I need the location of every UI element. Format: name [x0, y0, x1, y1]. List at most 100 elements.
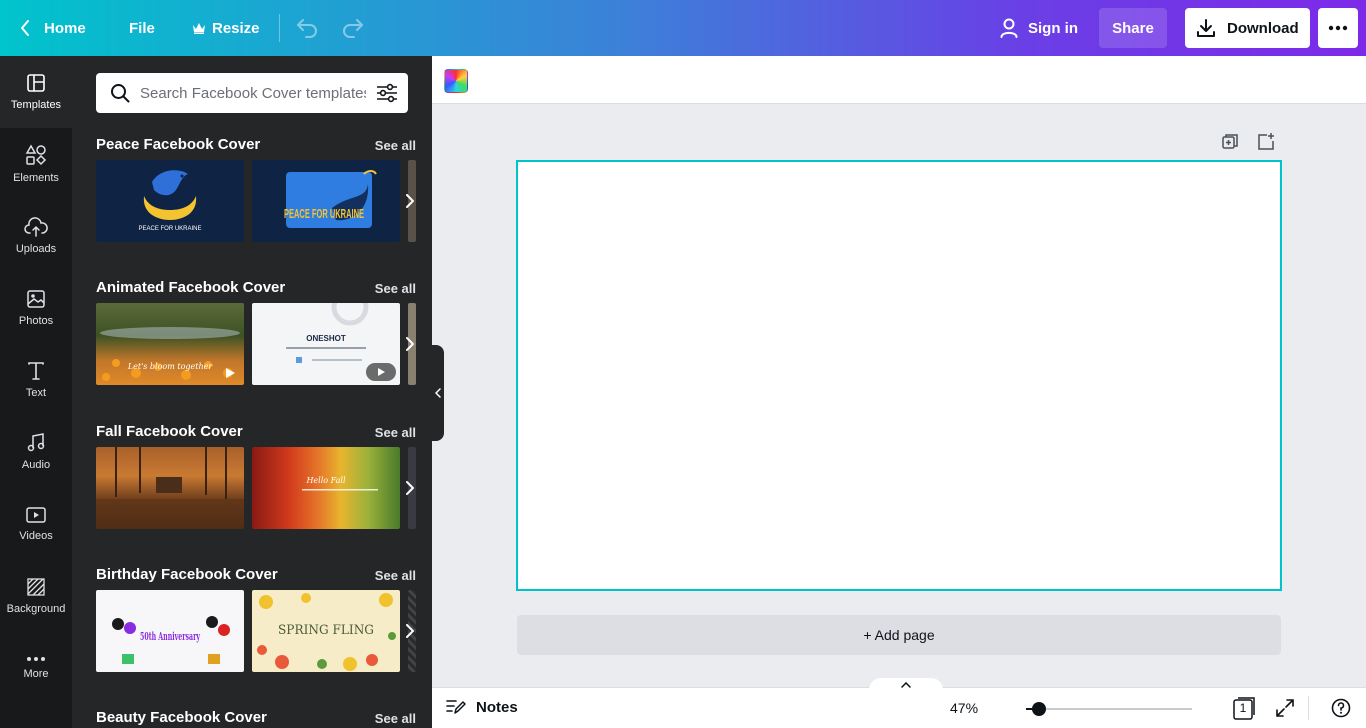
rail-label-uploads: Uploads: [15, 243, 57, 255]
zoom-percentage[interactable]: 47%: [950, 700, 978, 716]
anniversary-design: 50th Anniversary: [112, 616, 230, 664]
see-all-link[interactable]: See all: [375, 711, 416, 726]
uploads-icon: [24, 217, 48, 237]
rail-label-more: More: [23, 668, 49, 680]
search-input[interactable]: [140, 81, 366, 105]
add-page-icon[interactable]: [1256, 132, 1276, 152]
more-options-button[interactable]: [1318, 8, 1358, 48]
play-icon: [226, 368, 235, 378]
redo-button[interactable]: [340, 14, 366, 45]
section-birthday: Birthday Facebook Cover See all 50th Ann…: [96, 566, 416, 696]
help-icon: [1331, 698, 1351, 718]
chevron-up-icon: [901, 682, 911, 688]
template-thumbnail[interactable]: PEACE FOR UKRAINE: [96, 160, 244, 242]
photos-icon: [27, 290, 45, 308]
template-thumbnail[interactable]: ONESHOT: [252, 303, 400, 385]
notes-button[interactable]: Notes: [446, 698, 518, 716]
crown-icon: [193, 23, 205, 34]
flowers-photo: Let's bloom together: [100, 327, 240, 381]
videos-icon: [26, 507, 46, 523]
download-label: Download: [1227, 19, 1299, 37]
section-beauty: Beauty Facebook Cover See all: [96, 709, 416, 728]
section-title: Birthday Facebook Cover: [96, 566, 278, 583]
add-page-label: + Add page: [863, 627, 935, 643]
help-button[interactable]: [1331, 698, 1351, 723]
templates-panel: Peace Facebook Cover See all PEACE FOR U…: [72, 56, 432, 728]
rail-item-videos[interactable]: Videos: [0, 488, 72, 560]
rail-label-audio: Audio: [21, 459, 51, 471]
home-button[interactable]: Home: [14, 8, 92, 48]
template-thumbnail[interactable]: Let's bloom together: [96, 303, 244, 385]
resize-button[interactable]: Resize: [186, 8, 266, 48]
rail-item-photos[interactable]: Photos: [0, 272, 72, 344]
notes-label: Notes: [476, 698, 518, 716]
show-pages-button[interactable]: [869, 678, 943, 692]
left-rail: Templates Elements Uploads Photos Text A…: [0, 56, 72, 728]
undo-button[interactable]: [294, 14, 320, 45]
fullscreen-button[interactable]: [1275, 698, 1295, 723]
rail-item-more[interactable]: More: [0, 632, 72, 704]
add-page-button[interactable]: + Add page: [517, 615, 1281, 655]
scroll-right-button[interactable]: [402, 447, 418, 529]
play-badge: [366, 363, 396, 381]
section-title: Beauty Facebook Cover: [96, 709, 267, 726]
zoom-slider-knob[interactable]: [1032, 702, 1046, 716]
share-button[interactable]: Share: [1099, 8, 1167, 48]
top-bar: Home File Resize Sign in Share Download: [0, 0, 1366, 56]
ellipsis-icon: [1328, 25, 1348, 31]
section-fall: Fall Facebook Cover See all Hello Fall: [96, 423, 416, 553]
rail-item-templates[interactable]: Templates: [0, 56, 72, 128]
section-title: Animated Facebook Cover: [96, 279, 286, 296]
page-count-button[interactable]: 1: [1232, 697, 1256, 726]
see-all-link[interactable]: See all: [375, 425, 416, 440]
search-box: [96, 73, 408, 113]
scroll-right-button[interactable]: [402, 160, 418, 242]
user-icon: [1000, 18, 1018, 38]
download-button[interactable]: Download: [1185, 8, 1310, 48]
rail-label-photos: Photos: [18, 315, 54, 327]
thumb-text: SPRING FLING: [278, 623, 374, 638]
see-all-link[interactable]: See all: [375, 138, 416, 153]
design-canvas[interactable]: [516, 160, 1282, 591]
filter-icon[interactable]: [376, 83, 398, 103]
template-thumbnail[interactable]: PEACE FOR UKRAINE: [252, 160, 400, 242]
duplicate-page-icon[interactable]: [1220, 132, 1240, 152]
template-thumbnail[interactable]: Hello Fall: [252, 447, 400, 529]
color-picker-button[interactable]: [444, 69, 468, 93]
thumb-text: PEACE FOR UKRAINE: [284, 206, 364, 221]
more-icon: [27, 657, 45, 661]
file-label: File: [129, 19, 155, 37]
thumb-text: Let's bloom together: [127, 362, 214, 371]
templates-icon: [27, 74, 45, 92]
section-peace: Peace Facebook Cover See all PEACE FOR U…: [96, 136, 416, 266]
sign-in-label: Sign in: [1028, 19, 1078, 37]
file-menu-button[interactable]: File: [122, 8, 162, 48]
redo-icon: [343, 19, 363, 38]
rail-item-uploads[interactable]: Uploads: [0, 200, 72, 272]
rail-label-videos: Videos: [19, 530, 53, 542]
template-thumbnail[interactable]: [96, 447, 244, 529]
scroll-right-button[interactable]: [402, 303, 418, 385]
sign-in-button[interactable]: Sign in: [994, 8, 1084, 48]
rail-item-text[interactable]: Text: [0, 344, 72, 416]
autumn-forest-photo: [96, 447, 244, 529]
rail-item-elements[interactable]: Elements: [0, 128, 72, 200]
zoom-slider[interactable]: [1026, 702, 1192, 716]
scroll-right-button[interactable]: [402, 590, 418, 672]
rail-label-templates: Templates: [10, 99, 62, 111]
rail-item-audio[interactable]: Audio: [0, 416, 72, 488]
see-all-link[interactable]: See all: [375, 281, 416, 296]
chevron-left-icon: [21, 20, 29, 36]
rail-label-elements: Elements: [13, 172, 59, 184]
section-animated: Animated Facebook Cover See all Let's bl…: [96, 279, 416, 409]
chevron-right-icon: [406, 194, 414, 208]
rail-item-background[interactable]: Background: [0, 560, 72, 632]
template-thumbnail[interactable]: 50th Anniversary: [96, 590, 244, 672]
section-title: Peace Facebook Cover: [96, 136, 261, 153]
collapse-panel-button[interactable]: [431, 345, 444, 441]
dove-hands-illustration: PEACE FOR UKRAINE: [138, 170, 202, 232]
see-all-link[interactable]: See all: [375, 568, 416, 583]
thumb-text: 50th Anniversary: [140, 630, 200, 643]
template-thumbnail[interactable]: SPRING FLING: [252, 590, 400, 672]
page-count: 1: [1239, 701, 1247, 715]
